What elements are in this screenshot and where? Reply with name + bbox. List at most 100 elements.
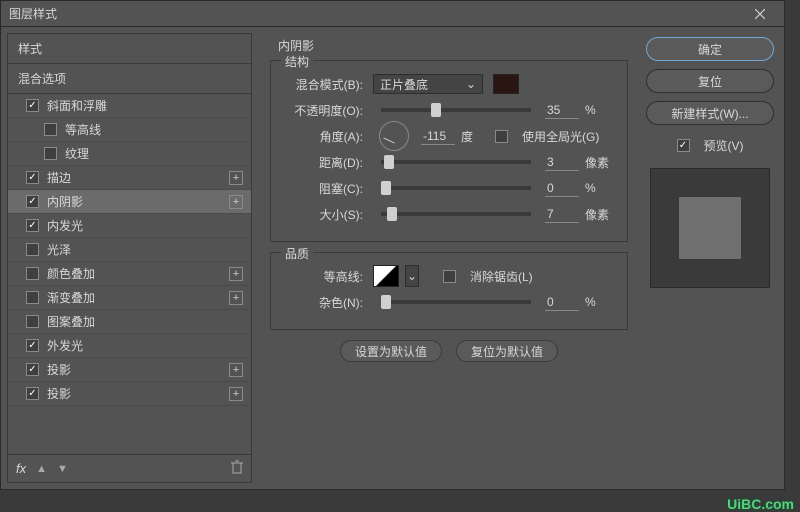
style-item-10[interactable]: 外发光 xyxy=(8,334,251,358)
color-swatch[interactable] xyxy=(493,74,519,94)
chevron-down-icon: ⌄ xyxy=(466,77,476,91)
distance-slider[interactable] xyxy=(381,160,531,164)
contour-row: 等高线: ⌄ 消除锯齿(L) xyxy=(285,263,613,289)
blend-mode-row: 混合模式(B): 正片叠底 ⌄ xyxy=(285,71,613,97)
size-value[interactable]: 7 xyxy=(545,206,579,223)
make-default-button[interactable]: 设置为默认值 xyxy=(340,340,442,362)
style-item-9[interactable]: 图案叠加 xyxy=(8,310,251,334)
size-label: 大小(S): xyxy=(285,206,363,223)
style-checkbox[interactable] xyxy=(26,267,39,280)
opacity-value[interactable]: 35 xyxy=(545,102,579,119)
structure-title: 结构 xyxy=(281,53,313,70)
opacity-row: 不透明度(O): 35 % xyxy=(285,97,613,123)
cancel-button[interactable]: 复位 xyxy=(646,69,774,93)
contour-label: 等高线: xyxy=(285,268,363,285)
add-effect-icon[interactable]: + xyxy=(229,195,243,209)
blend-mode-label: 混合模式(B): xyxy=(285,76,363,93)
add-effect-icon[interactable]: + xyxy=(229,171,243,185)
noise-slider[interactable] xyxy=(381,300,531,304)
use-global-light-label: 使用全局光(G) xyxy=(522,128,599,145)
close-button[interactable] xyxy=(744,2,776,26)
style-checkbox[interactable] xyxy=(26,219,39,232)
arrow-down-icon[interactable]: ▼ xyxy=(57,463,68,475)
style-item-11[interactable]: 投影+ xyxy=(8,358,251,382)
noise-row: 杂色(N): 0 % xyxy=(285,289,613,315)
new-style-button[interactable]: 新建样式(W)... xyxy=(646,101,774,125)
styles-footer: fx ▲ ▼ xyxy=(8,454,251,482)
style-checkbox[interactable] xyxy=(26,315,39,328)
add-effect-icon[interactable]: + xyxy=(229,363,243,377)
style-item-6[interactable]: 光泽 xyxy=(8,238,251,262)
distance-row: 距离(D): 3 像素 xyxy=(285,149,613,175)
layer-style-dialog: 图层样式 样式 混合选项 斜面和浮雕等高线纹理描边+内阴影+内发光光泽颜色叠加+… xyxy=(0,0,785,490)
style-label: 外发光 xyxy=(47,337,243,354)
style-item-8[interactable]: 渐变叠加+ xyxy=(8,286,251,310)
quality-title: 品质 xyxy=(281,245,313,262)
fx-label[interactable]: fx xyxy=(16,461,26,476)
default-buttons: 设置为默认值 复位为默认值 xyxy=(270,340,628,362)
contour-dropdown[interactable]: ⌄ xyxy=(405,265,419,287)
style-checkbox[interactable] xyxy=(26,243,39,256)
style-label: 投影 xyxy=(47,361,229,378)
add-effect-icon[interactable]: + xyxy=(229,291,243,305)
arrow-up-icon[interactable]: ▲ xyxy=(36,463,47,475)
angle-unit: 度 xyxy=(461,128,489,145)
styles-header[interactable]: 样式 xyxy=(8,34,251,64)
dialog-body: 样式 混合选项 斜面和浮雕等高线纹理描边+内阴影+内发光光泽颜色叠加+渐变叠加+… xyxy=(1,27,784,489)
choke-value[interactable]: 0 xyxy=(545,180,579,197)
style-checkbox[interactable] xyxy=(44,123,57,136)
style-item-12[interactable]: 投影+ xyxy=(8,382,251,406)
style-item-2[interactable]: 纹理 xyxy=(8,142,251,166)
angle-value[interactable]: -115 xyxy=(421,128,455,145)
style-checkbox[interactable] xyxy=(26,99,39,112)
choke-label: 阻塞(C): xyxy=(285,180,363,197)
choke-unit: % xyxy=(585,181,613,195)
preview-checkbox[interactable] xyxy=(677,139,690,152)
add-effect-icon[interactable]: + xyxy=(229,387,243,401)
style-label: 颜色叠加 xyxy=(47,265,229,282)
watermark: UiBC.com xyxy=(727,496,794,512)
use-global-light-checkbox[interactable] xyxy=(495,130,508,143)
titlebar: 图层样式 xyxy=(1,1,784,27)
angle-dial[interactable] xyxy=(379,121,409,151)
distance-value[interactable]: 3 xyxy=(545,154,579,171)
style-item-7[interactable]: 颜色叠加+ xyxy=(8,262,251,286)
opacity-slider[interactable] xyxy=(381,108,531,112)
style-checkbox[interactable] xyxy=(26,363,39,376)
style-checkbox[interactable] xyxy=(26,291,39,304)
style-item-4[interactable]: 内阴影+ xyxy=(8,190,251,214)
style-checkbox[interactable] xyxy=(26,171,39,184)
style-item-0[interactable]: 斜面和浮雕 xyxy=(8,94,251,118)
angle-label: 角度(A): xyxy=(285,128,363,145)
style-label: 内阴影 xyxy=(47,193,229,210)
blending-options[interactable]: 混合选项 xyxy=(8,64,251,94)
close-icon xyxy=(755,9,765,19)
style-label: 渐变叠加 xyxy=(47,289,229,306)
reset-default-button[interactable]: 复位为默认值 xyxy=(456,340,558,362)
antialias-checkbox[interactable] xyxy=(443,270,456,283)
style-checkbox[interactable] xyxy=(26,387,39,400)
style-checkbox[interactable] xyxy=(26,339,39,352)
blend-mode-select[interactable]: 正片叠底 ⌄ xyxy=(373,74,483,94)
add-effect-icon[interactable]: + xyxy=(229,267,243,281)
style-label: 等高线 xyxy=(65,121,243,138)
noise-value[interactable]: 0 xyxy=(545,294,579,311)
style-checkbox[interactable] xyxy=(44,147,57,160)
effect-title: 内阴影 xyxy=(278,37,628,54)
style-item-3[interactable]: 描边+ xyxy=(8,166,251,190)
style-checkbox[interactable] xyxy=(26,195,39,208)
ok-button[interactable]: 确定 xyxy=(646,37,774,61)
style-label: 图案叠加 xyxy=(47,313,243,330)
styles-panel: 样式 混合选项 斜面和浮雕等高线纹理描边+内阴影+内发光光泽颜色叠加+渐变叠加+… xyxy=(7,33,252,483)
preview-label: 预览(V) xyxy=(704,137,744,154)
size-slider[interactable] xyxy=(381,212,531,216)
noise-unit: % xyxy=(585,295,613,309)
style-label: 光泽 xyxy=(47,241,243,258)
choke-slider[interactable] xyxy=(381,186,531,190)
structure-group: 结构 混合模式(B): 正片叠底 ⌄ 不透明度(O): 35 % 角度(A xyxy=(270,60,628,242)
contour-preview[interactable] xyxy=(373,265,399,287)
trash-icon[interactable] xyxy=(231,460,243,477)
style-item-1[interactable]: 等高线 xyxy=(8,118,251,142)
choke-row: 阻塞(C): 0 % xyxy=(285,175,613,201)
style-item-5[interactable]: 内发光 xyxy=(8,214,251,238)
